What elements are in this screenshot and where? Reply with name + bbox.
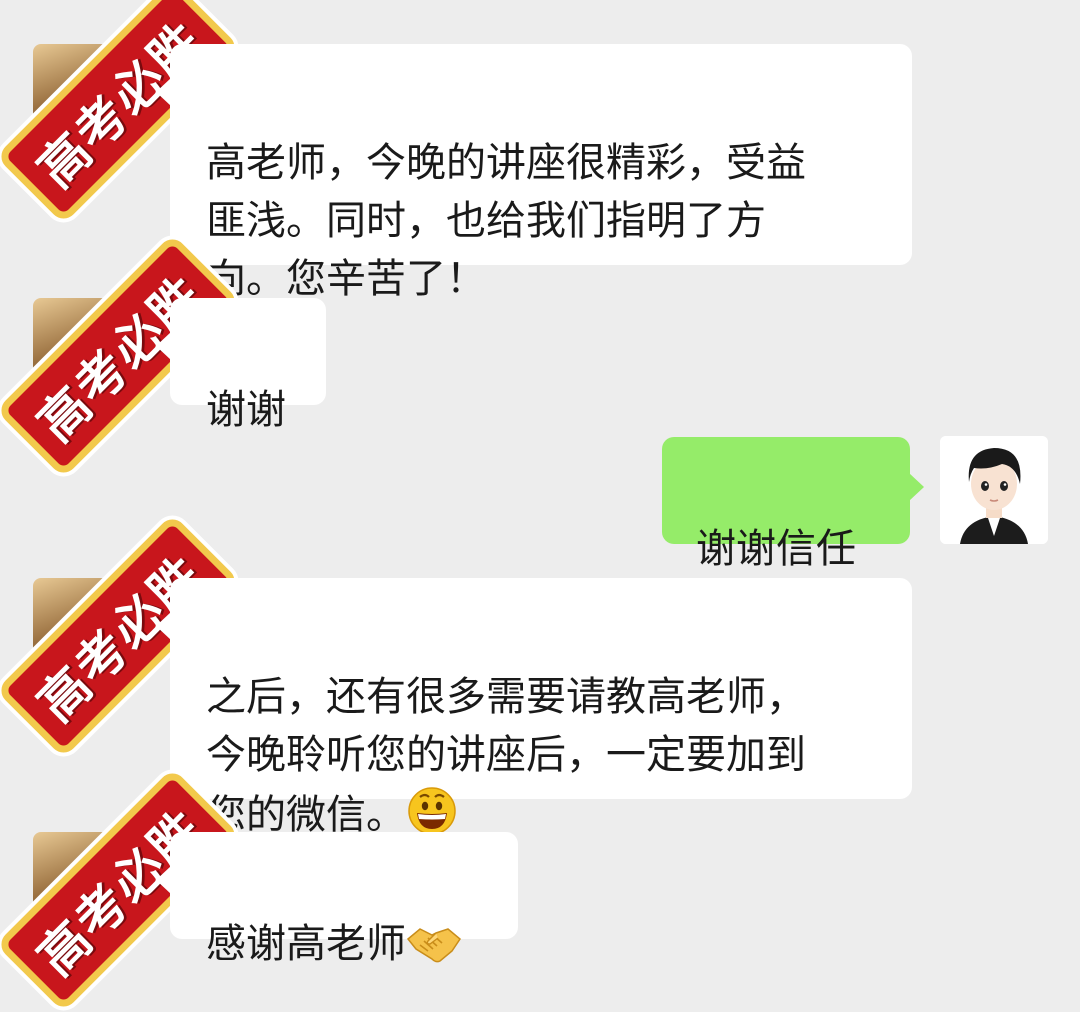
- sender-avatar[interactable]: 高考必胜: [0, 767, 241, 1012]
- message-bubble-incoming[interactable]: 高老师，今晚的讲座很精彩，受益 匪浅。同时，也给我们指明了方 向。您辛苦了！: [156, 44, 912, 302]
- message-bubble-incoming[interactable]: 谢谢: [156, 298, 326, 433]
- message-text: 谢谢信任: [696, 526, 856, 572]
- message-bubble-incoming[interactable]: 之后，还有很多需要请教高老师， 今晚聆听您的讲座后，一定要加到 您的微信。: [156, 578, 912, 838]
- message-text: 之后，还有很多需要请教高老师， 今晚聆听您的讲座后，一定要加到 您的微信。: [206, 674, 806, 838]
- sender-avatar[interactable]: 高考必胜: [0, 513, 241, 759]
- sender-avatar[interactable]: 高考必胜: [0, 0, 241, 225]
- sender-avatar[interactable]: 高考必胜: [0, 233, 241, 479]
- handshake-emoji-icon: [406, 921, 462, 981]
- cartoon-boy-avatar-icon: [940, 436, 1048, 544]
- message-bubble-incoming[interactable]: 感谢高老师: [156, 832, 518, 967]
- message-text: 高老师，今晚的讲座很精彩，受益 匪浅。同时，也给我们指明了方 向。您辛苦了！: [206, 140, 806, 302]
- message-text: 感谢高老师: [206, 921, 406, 967]
- message-bubble-outgoing[interactable]: 谢谢信任: [662, 437, 924, 572]
- self-avatar[interactable]: [940, 436, 1048, 544]
- message-text: 谢谢: [206, 387, 286, 433]
